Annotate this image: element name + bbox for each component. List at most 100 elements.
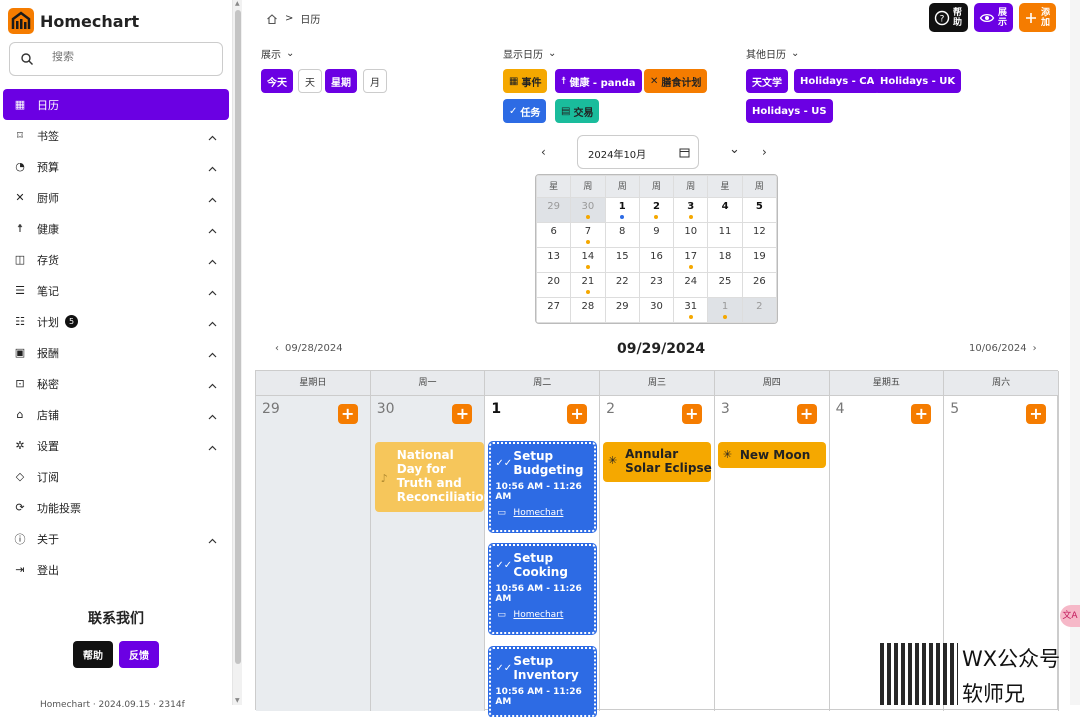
week-day-column[interactable]: 29 + (256, 396, 371, 711)
mini-day-cell[interactable]: 30 (570, 197, 606, 223)
chevron-up-icon[interactable] (208, 441, 217, 454)
translate-icon[interactable]: 文A (1060, 605, 1080, 627)
mini-day-cell[interactable]: 29 (536, 197, 572, 223)
mini-day-cell[interactable]: 4 (707, 197, 743, 223)
mini-day-cell[interactable]: 18 (707, 247, 743, 273)
mini-day-cell[interactable]: 3 (673, 197, 709, 223)
add-event-button[interactable]: + (796, 404, 817, 424)
mini-day-cell[interactable]: 2 (638, 197, 675, 223)
holidays-us-toggle[interactable]: Holidays - US (746, 99, 833, 123)
display-heading[interactable]: 展示 ⌄ (261, 46, 294, 61)
add-button[interactable]: 添加 (1019, 3, 1056, 32)
meal-plan-calendar-toggle[interactable]: ✕ 膳食计划 (644, 69, 708, 93)
sidebar-item-3[interactable]: ✕ 厨师 (3, 182, 229, 213)
chevron-up-icon[interactable] (208, 534, 217, 547)
add-event-button[interactable]: + (337, 404, 358, 424)
month-view-button[interactable]: 月 (363, 69, 387, 93)
mini-day-cell[interactable]: 9 (638, 222, 675, 248)
task-event-cooking[interactable]: ✓✓ Setup Cooking 10:56 AM - 11:26 AM ▭ Homec… (488, 543, 598, 635)
mini-day-cell[interactable]: 6 (536, 222, 572, 248)
sidebar-item-1[interactable]: ⌑ 书签 (3, 120, 229, 151)
holidays-ca-toggle[interactable]: Holidays - CA (794, 69, 881, 93)
mini-day-cell[interactable]: 21 (570, 272, 606, 298)
contact-feedback-button[interactable]: 反馈 (119, 641, 159, 668)
mini-day-cell[interactable]: 13 (536, 247, 572, 273)
mini-day-cell[interactable]: 2 (741, 297, 777, 323)
brand[interactable]: Homechart (8, 8, 139, 34)
chevron-right-icon[interactable]: › (762, 145, 767, 159)
mini-day-cell[interactable]: 8 (604, 222, 640, 248)
sidebar-item-12[interactable]: ◇ 订阅 (3, 461, 229, 492)
chevron-up-icon[interactable] (208, 224, 217, 237)
mini-day-cell[interactable]: 14 (570, 247, 606, 273)
chevron-up-icon[interactable] (208, 348, 217, 361)
today-button[interactable]: 今天 (261, 69, 293, 93)
mini-day-cell[interactable]: 11 (707, 222, 743, 248)
contact-help-button[interactable]: 帮助 (73, 641, 113, 668)
mini-day-cell[interactable]: 30 (638, 297, 675, 323)
show-button[interactable]: 展示 (974, 3, 1013, 32)
sidebar-scrollbar[interactable]: ▲ ▼ (232, 0, 242, 705)
chevron-up-icon[interactable] (208, 379, 217, 392)
sidebar-item-6[interactable]: ☰ 笔记 (3, 275, 229, 306)
add-event-button[interactable]: + (1025, 404, 1046, 424)
sidebar-item-13[interactable]: ⟳ 功能投票 (3, 492, 229, 523)
mini-day-cell[interactable]: 10 (673, 222, 709, 248)
chevron-up-icon[interactable] (208, 193, 217, 206)
sidebar-item-0[interactable]: ▦ 日历 (3, 89, 229, 120)
sidebar-item-2[interactable]: ◔ 预算 (3, 151, 229, 182)
add-event-button[interactable]: + (681, 404, 702, 424)
day-view-button[interactable]: 天 (298, 69, 322, 93)
eclipse-event[interactable]: ✳ Annular Solar Eclipse (603, 442, 712, 482)
mini-day-cell[interactable]: 17 (673, 247, 709, 273)
chevron-up-icon[interactable] (208, 286, 217, 299)
chevron-up-icon[interactable] (208, 410, 217, 423)
mini-day-cell[interactable]: 22 (604, 272, 640, 298)
add-event-button[interactable]: + (911, 404, 932, 424)
chevron-up-icon[interactable] (208, 317, 217, 330)
mini-day-cell[interactable]: 20 (536, 272, 572, 298)
sidebar-scroll-thumb[interactable] (235, 10, 241, 664)
search-box[interactable] (9, 42, 223, 76)
mini-day-cell[interactable]: 23 (638, 272, 675, 298)
mini-day-cell[interactable]: 12 (741, 222, 777, 248)
events-calendar-toggle[interactable]: ▦ 事件 (503, 69, 548, 93)
mini-day-cell[interactable]: 25 (707, 272, 743, 298)
other-calendars-heading[interactable]: 其他日历 ⌄ (746, 46, 799, 61)
health-calendar-toggle[interactable]: ☨ 健康 - panda (555, 69, 642, 93)
transactions-calendar-toggle[interactable]: ▤ 交易 (555, 99, 600, 123)
week-view-button[interactable]: 星期 (325, 69, 357, 93)
home-icon[interactable] (266, 13, 278, 25)
sidebar-item-9[interactable]: ⊡ 秘密 (3, 368, 229, 399)
help-button[interactable]: ? 帮助 (929, 3, 968, 32)
mini-day-cell[interactable]: 15 (604, 247, 640, 273)
sidebar-item-4[interactable]: ☨ 健康 (3, 213, 229, 244)
month-picker[interactable]: 2024年10月 (577, 135, 699, 169)
task-event-inventory[interactable]: ✓✓ Setup Inventory 10:56 AM - 11:26 AM (488, 646, 598, 717)
sidebar-item-15[interactable]: ⇥ 登出 (3, 554, 229, 585)
page-scrollbar[interactable] (1070, 0, 1080, 705)
chevron-down-icon[interactable]: ⌄ (729, 142, 740, 157)
sidebar-item-8[interactable]: ▣ 报酬 (3, 337, 229, 368)
sidebar-item-11[interactable]: ✲ 设置 (3, 430, 229, 461)
mini-day-cell[interactable]: 31 (673, 297, 709, 323)
mini-day-cell[interactable]: 28 (570, 297, 606, 323)
add-event-button[interactable]: + (567, 404, 588, 424)
sidebar-item-14[interactable]: ⓘ 关于 (3, 523, 229, 554)
mini-day-cell[interactable]: 27 (536, 297, 572, 323)
mini-day-cell[interactable]: 5 (741, 197, 777, 223)
event-link[interactable]: Homechart (513, 610, 563, 620)
scroll-down-icon[interactable]: ▼ (235, 698, 241, 704)
scroll-up-icon[interactable]: ▲ (235, 1, 241, 7)
show-calendars-heading[interactable]: 显示日历 ⌄ (503, 46, 556, 61)
tasks-calendar-toggle[interactable]: ✓ 任务 (503, 99, 547, 123)
add-event-button[interactable]: + (452, 404, 473, 424)
previous-week-link[interactable]: ‹ 09/28/2024 (275, 343, 343, 354)
mini-day-cell[interactable]: 1 (604, 197, 640, 223)
chevron-left-icon[interactable]: ‹ (541, 145, 546, 159)
chevron-up-icon[interactable] (208, 255, 217, 268)
mini-day-cell[interactable]: 29 (604, 297, 640, 323)
next-week-link[interactable]: 10/06/2024 › (969, 343, 1037, 354)
mini-day-cell[interactable]: 16 (638, 247, 675, 273)
mini-day-cell[interactable]: 1 (707, 297, 743, 323)
